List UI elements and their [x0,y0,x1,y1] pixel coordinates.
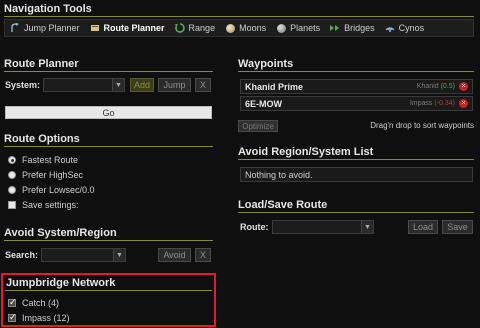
option-highsec-label: Prefer HighSec [22,170,84,180]
nav-label-bridges: Bridges [344,23,375,33]
optimize-button[interactable]: Optimize [238,120,278,132]
waypoints-hint: Drag'n drop to sort waypoints [370,121,474,130]
load-button[interactable]: Load [408,220,438,234]
jumpbridge-divider [5,290,212,291]
jump-button[interactable]: Jump [158,78,191,92]
save-button[interactable]: Save [442,220,473,234]
option-lowsec-label: Prefer Lowsec/0.0 [22,185,95,195]
save-settings-checkbox[interactable] [8,201,16,209]
planet-icon [276,23,286,33]
waypoint-name: Khanid Prime [245,81,304,92]
chevron-down-icon[interactable]: ▼ [113,249,125,261]
waypoint-region: Impass (-0.34) [409,100,455,107]
route-planner-divider [4,71,213,72]
remove-waypoint-icon[interactable]: × [459,82,468,91]
avoid-list-title: Avoid Region/System List [238,146,374,158]
radio-lowsec[interactable] [8,186,16,194]
avoid-button[interactable]: Avoid [158,248,191,262]
bridge-icon [330,23,340,33]
range-icon [174,23,185,33]
catch-checkbox[interactable] [8,297,17,308]
route-options-divider [4,146,213,147]
search-select[interactable]: ▼ [41,248,126,262]
option-prefer-lowsec[interactable]: Prefer Lowsec/0.0 [8,185,95,195]
nav-label-range: Range [188,23,216,33]
nav-item-cynos[interactable]: Cynos [380,23,430,33]
waypoints-divider [238,71,474,72]
clear-search-button[interactable]: X [195,248,211,262]
search-label: Search: [5,250,39,260]
jumpbridge-title: Jumpbridge Network [6,277,116,289]
save-settings-label: Save settings: [22,200,79,210]
clear-system-button[interactable]: X [195,78,211,92]
route-options-title: Route Options [4,133,80,145]
catch-label: Catch (4) [22,298,60,308]
waypoint-name: 6E-MOW [245,98,282,109]
nav-item-route-planner[interactable]: Route Planner [85,23,170,33]
option-prefer-highsec[interactable]: Prefer HighSec [8,170,83,180]
nav-item-bridges[interactable]: Bridges [325,23,380,33]
system-label: System: [5,80,41,90]
waypoint-item[interactable]: Khanid Prime Khanid (0.5) × [240,79,473,94]
remove-waypoint-icon[interactable]: × [459,99,468,108]
radio-highsec[interactable] [8,171,16,179]
nav-item-range[interactable]: Range [170,23,221,33]
waypoints-title: Waypoints [238,58,294,70]
system-select[interactable]: ▼ [43,78,125,92]
add-button[interactable]: Add [130,78,154,92]
option-fastest-route[interactable]: Fastest Route [8,155,78,165]
nav-item-moons[interactable]: Moons [220,23,271,33]
save-settings-option[interactable]: Save settings: [8,200,79,210]
avoid-system-divider [4,240,213,241]
nav-label-route-planner: Route Planner [103,23,165,33]
chevron-down-icon[interactable]: ▼ [112,79,124,91]
nav-label-cynos: Cynos [398,23,425,33]
load-save-divider [238,212,474,213]
jumpbridge-item-impass[interactable]: Impass (12) [8,312,70,323]
cyno-icon [385,23,395,33]
nav-item-planets[interactable]: Planets [271,23,325,33]
jumpbridge-item-catch[interactable]: Catch (4) [8,297,60,308]
go-button[interactable]: Go [5,106,212,119]
route-label: Route: [240,222,269,232]
waypoint-region: Khanid (0.5) [416,83,455,90]
nav-bar: Jump Planner Route Planner Range Moons P… [4,19,474,37]
impass-checkbox[interactable] [8,312,17,323]
route-planner-title: Route Planner [4,58,79,70]
impass-label: Impass (12) [22,313,70,323]
nav-title: Navigation Tools [4,3,92,15]
load-save-title: Load/Save Route [238,199,328,211]
nav-label-moons: Moons [239,23,267,33]
avoid-system-title: Avoid System/Region [4,227,117,239]
avoid-list-divider [238,159,474,160]
radio-fastest[interactable] [8,156,16,164]
route-icon [90,23,100,33]
route-select[interactable]: ▼ [272,220,374,234]
chevron-down-icon[interactable]: ▼ [361,221,373,233]
option-fastest-label: Fastest Route [22,155,79,165]
nav-divider [4,16,474,17]
jump-icon [10,23,20,33]
moon-icon [225,23,235,33]
waypoint-item[interactable]: 6E-MOW Impass (-0.34) × [240,96,473,111]
nav-item-jump-planner[interactable]: Jump Planner [5,23,85,33]
nav-label-planets: Planets [290,23,321,33]
avoid-list-box: Nothing to avoid. [240,167,473,182]
nav-label-jump-planner: Jump Planner [24,23,80,33]
